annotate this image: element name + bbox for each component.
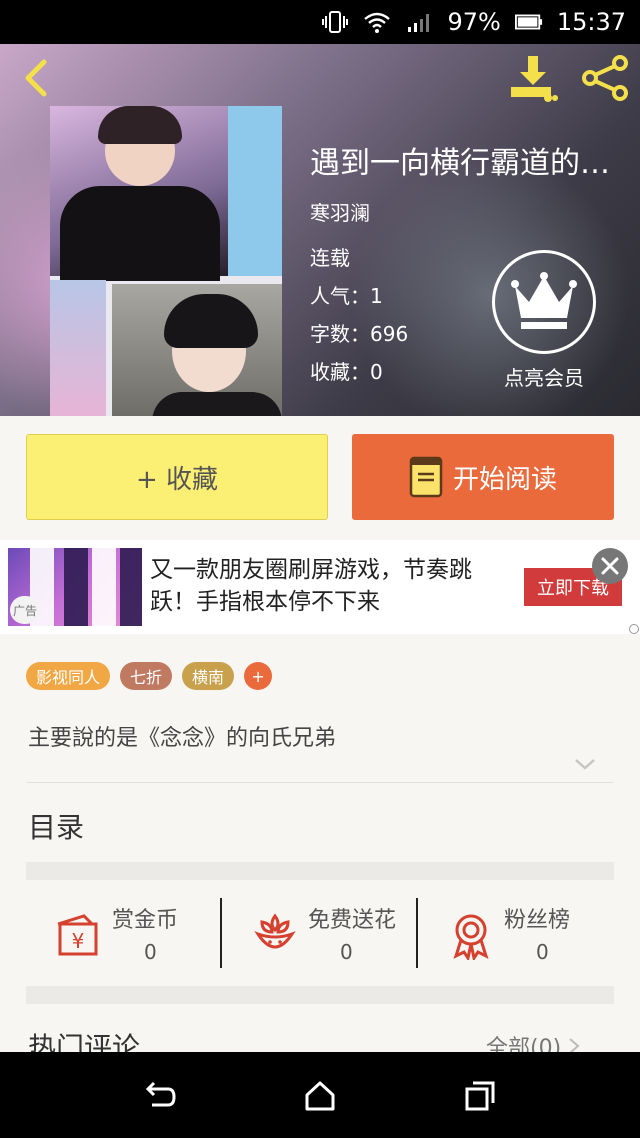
book-cover[interactable] bbox=[50, 106, 282, 416]
recent-apps-icon bbox=[465, 1081, 495, 1111]
book-icon bbox=[409, 456, 443, 498]
red-envelope-icon: ¥ bbox=[57, 914, 98, 956]
send-flower-label: 免费送花 bbox=[308, 908, 397, 933]
svg-text:¥: ¥ bbox=[72, 929, 85, 953]
battery-icon bbox=[514, 10, 543, 34]
home-icon bbox=[305, 1081, 335, 1111]
ad-text: 又一款朋友圈刷屏游戏，节奏跳跃！手指根本停不下来 bbox=[150, 557, 472, 615]
book-popularity: 人气：1 bbox=[310, 284, 383, 308]
close-icon bbox=[601, 557, 619, 575]
chevron-down-icon bbox=[575, 759, 595, 770]
tag-label: 七折 bbox=[130, 668, 163, 687]
clock: 15:37 bbox=[556, 8, 626, 36]
tag-label: + bbox=[251, 666, 265, 686]
tag-film-fanfic[interactable]: 影视同人 bbox=[26, 662, 111, 690]
tag-label: 横南 bbox=[192, 668, 225, 687]
medal-icon bbox=[453, 914, 489, 960]
vip-button[interactable] bbox=[492, 250, 596, 354]
tag-discount[interactable]: 七折 bbox=[120, 662, 173, 690]
ad-thumbnail: 广告 bbox=[8, 548, 142, 626]
crown-icon bbox=[511, 272, 577, 329]
book-title: 遇到一向横行霸道的… bbox=[310, 146, 610, 181]
wifi-icon bbox=[363, 10, 391, 34]
book-header: 遇到一向横行霸道的… 寒羽澜 连载 人气：1 字数：696 收藏：0 点亮会员 bbox=[0, 44, 640, 416]
share-icon bbox=[582, 55, 628, 101]
system-nav-bar bbox=[0, 1052, 640, 1138]
book-favorite-count: 收藏：0 bbox=[310, 360, 383, 384]
book-description: 主要說的是《念念》的向氏兄弟 bbox=[28, 726, 337, 751]
tag-pairing[interactable]: 横南 bbox=[182, 662, 235, 690]
reward-coins-button[interactable]: ¥ 赏金币 0 bbox=[26, 896, 222, 972]
nav-recents-button[interactable] bbox=[450, 1070, 510, 1120]
reward-coins-label: 赏金币 bbox=[112, 908, 179, 933]
add-tag-button[interactable]: + bbox=[244, 662, 273, 690]
tag-label: 影视同人 bbox=[36, 668, 101, 687]
battery-percent: 97% bbox=[447, 8, 501, 36]
back-button[interactable] bbox=[18, 58, 52, 98]
nav-home-button[interactable] bbox=[290, 1070, 350, 1120]
nav-back-button[interactable] bbox=[130, 1070, 190, 1120]
interaction-stats: ¥ 赏金币 0 免费送花 0 粉丝榜 0 bbox=[26, 896, 614, 972]
back-arrow-icon bbox=[145, 1081, 176, 1107]
share-button[interactable] bbox=[580, 54, 630, 102]
book-status: 连载 bbox=[310, 246, 350, 270]
fan-ranking-label: 粉丝榜 bbox=[504, 908, 571, 933]
chevron-left-icon bbox=[25, 59, 47, 97]
favorite-button-label: + 收藏 bbox=[135, 464, 219, 495]
status-bar: 97% 15:37 bbox=[0, 0, 640, 44]
favorite-button[interactable]: + 收藏 bbox=[26, 434, 328, 520]
download-icon bbox=[511, 56, 558, 102]
fan-ranking-button[interactable]: 粉丝榜 0 bbox=[418, 896, 614, 972]
start-reading-button[interactable]: 开始阅读 bbox=[352, 434, 614, 520]
fan-ranking-count: 0 bbox=[536, 940, 549, 964]
divider bbox=[26, 782, 614, 783]
ad-badge: 广告 bbox=[10, 596, 41, 624]
catalog-link[interactable]: 目录 bbox=[28, 806, 84, 846]
stats-divider bbox=[416, 898, 418, 968]
stats-divider bbox=[220, 898, 222, 968]
tag-list: 影视同人 七折 横南 + bbox=[26, 662, 273, 690]
flower-icon bbox=[254, 913, 296, 949]
book-author[interactable]: 寒羽澜 bbox=[310, 197, 370, 226]
send-flower-button[interactable]: 免费送花 0 bbox=[222, 896, 418, 972]
vibrate-icon bbox=[321, 10, 349, 34]
section-separator bbox=[26, 986, 614, 1004]
start-reading-label: 开始阅读 bbox=[452, 464, 557, 495]
download-button[interactable] bbox=[508, 54, 558, 102]
ad-info-icon[interactable] bbox=[629, 624, 639, 634]
book-word-count: 字数：696 bbox=[310, 322, 409, 346]
section-separator bbox=[26, 862, 614, 880]
reward-coins-count: 0 bbox=[144, 940, 157, 964]
vip-label[interactable]: 点亮会员 bbox=[480, 362, 608, 391]
expand-description-button[interactable] bbox=[574, 756, 596, 772]
ad-close-button[interactable] bbox=[592, 548, 628, 584]
ad-banner[interactable]: 广告 又一款朋友圈刷屏游戏，节奏跳跃！手指根本停不下来 立即下载 bbox=[0, 540, 640, 634]
signal-icon bbox=[405, 10, 433, 34]
send-flower-count: 0 bbox=[340, 940, 353, 964]
